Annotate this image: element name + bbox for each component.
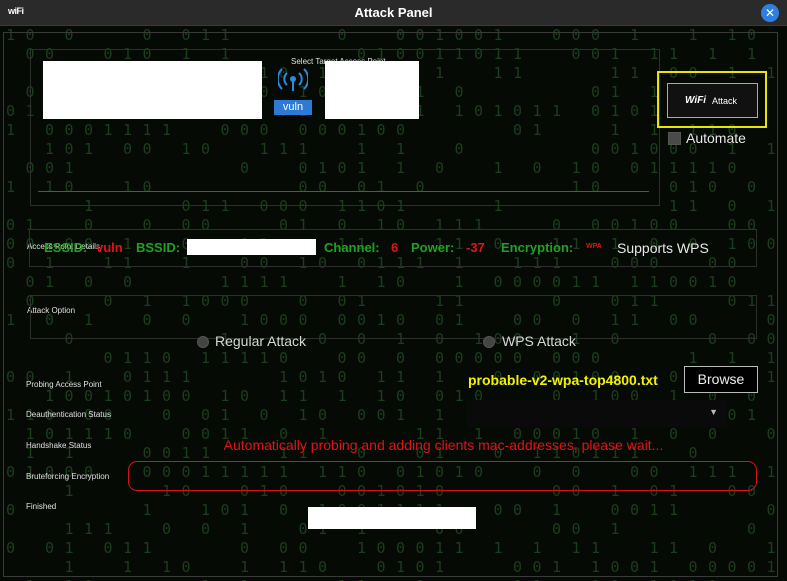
- attack-option-group: [30, 295, 757, 339]
- wordlist-filename: probable-v2-wpa-top4800.txt: [468, 372, 658, 388]
- matrix-glyph: 0: [669, 577, 678, 581]
- attack-button[interactable]: WiFi Attack: [667, 83, 758, 118]
- title-bar: wiFi Attack Panel ✕: [0, 0, 787, 26]
- window-title: Attack Panel: [354, 5, 433, 20]
- matrix-glyph: 0: [591, 577, 600, 581]
- channel-label: Channel:: [324, 240, 380, 255]
- matrix-glyph: 1: [533, 577, 542, 581]
- matrix-glyph: 1: [65, 577, 74, 581]
- bruteforce-status-label: Bruteforcing Encryption: [26, 472, 110, 481]
- close-icon: ✕: [764, 6, 776, 20]
- matrix-glyph: 1: [689, 577, 698, 581]
- wifi-logo-icon: WiFi: [685, 95, 707, 106]
- bssid-label: BSSID:: [136, 240, 181, 255]
- essid-label: ESSID:: [44, 240, 88, 255]
- ap-info-field: [325, 61, 419, 119]
- ap-vuln-tag: vuln: [274, 100, 312, 115]
- interface-select[interactable]: ▼: [467, 400, 726, 427]
- regular-attack-label[interactable]: Regular Attack: [215, 333, 306, 349]
- essid-value: vuln: [96, 240, 123, 255]
- ap-list-field[interactable]: [43, 61, 262, 119]
- automate-label: Automate: [686, 130, 746, 146]
- matrix-glyph: 0: [84, 577, 93, 581]
- finished-status-label: Finished: [26, 502, 57, 511]
- probing-status-label: Probing Access Point: [26, 380, 102, 389]
- supports-wps-text: Supports WPS: [617, 240, 709, 256]
- wps-attack-radio[interactable]: [483, 336, 495, 348]
- matrix-glyph: 1: [201, 577, 210, 581]
- matrix-glyph: 0: [611, 577, 620, 581]
- ap-divider: [38, 191, 649, 192]
- deauth-status-label: Deauthentication Status: [26, 410, 111, 419]
- power-label: Power:: [411, 240, 455, 255]
- browse-button[interactable]: Browse: [684, 366, 758, 393]
- matrix-glyph: 1: [357, 577, 366, 581]
- automate-checkbox[interactable]: [668, 132, 681, 145]
- chevron-down-icon: ▼: [709, 407, 718, 417]
- progress-bar: [128, 461, 757, 491]
- matrix-glyph: 1: [240, 577, 249, 581]
- matrix-glyph: 1: [26, 577, 35, 581]
- wps-attack-label[interactable]: WPS Attack: [502, 333, 576, 349]
- bottom-field: [308, 507, 476, 529]
- matrix-glyph: 1: [338, 577, 347, 581]
- bssid-value: [187, 239, 316, 255]
- close-button[interactable]: ✕: [761, 4, 779, 22]
- status-message: Automatically probing and adding clients…: [223, 437, 664, 453]
- matrix-glyph: 0: [513, 577, 522, 581]
- power-value: -37: [466, 240, 485, 255]
- matrix-glyph: 1: [650, 577, 659, 581]
- channel-value: 6: [391, 240, 399, 255]
- encryption-label: Encryption:: [501, 240, 574, 255]
- attack-button-label: Attack: [712, 96, 738, 106]
- matrix-glyph: 0: [708, 577, 717, 581]
- antenna-icon: [278, 68, 308, 91]
- encryption-value: WPA: [586, 243, 602, 250]
- matrix-glyph: 0: [416, 577, 425, 581]
- regular-attack-radio[interactable]: [197, 336, 209, 348]
